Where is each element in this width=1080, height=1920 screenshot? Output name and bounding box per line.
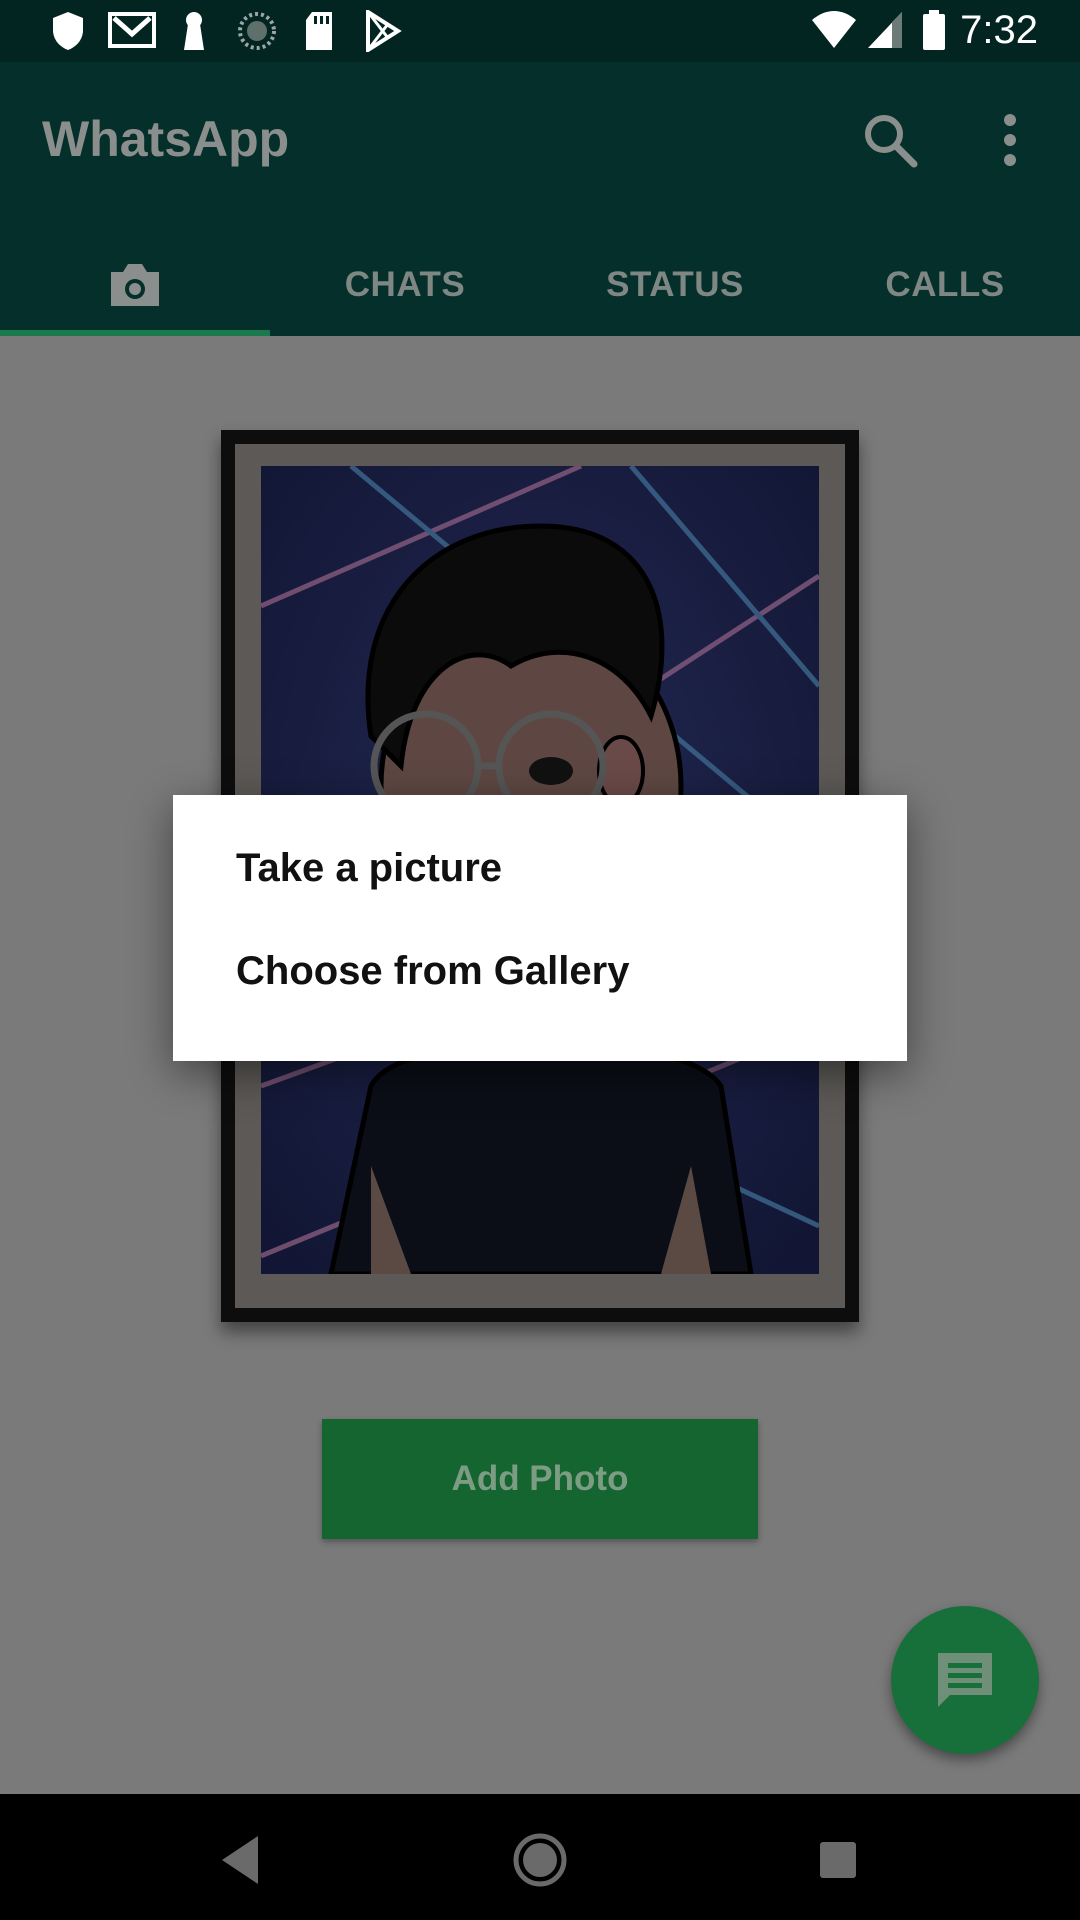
home-icon[interactable] (500, 1820, 580, 1900)
camera-icon (111, 264, 159, 306)
play-store-icon (366, 10, 402, 52)
app-bar: WhatsApp CHATS STATUS CALLS (0, 62, 1080, 336)
tab-camera[interactable] (0, 234, 270, 336)
battery-icon (923, 10, 945, 50)
tab-status[interactable]: STATUS (540, 234, 810, 336)
add-photo-button[interactable]: Add Photo (322, 1419, 758, 1539)
search-icon[interactable] (858, 108, 922, 172)
photo-source-dialog: Take a picture Choose from Gallery (173, 795, 907, 1061)
chat-icon (938, 1653, 992, 1707)
new-chat-fab[interactable] (891, 1606, 1039, 1754)
sync-icon (238, 12, 276, 50)
take-picture-option[interactable]: Take a picture (236, 846, 502, 891)
app-title: WhatsApp (42, 111, 290, 167)
tab-calls[interactable]: CALLS (810, 234, 1080, 336)
choose-from-gallery-option[interactable]: Choose from Gallery (236, 949, 629, 994)
status-time: 7:32 (960, 8, 1038, 52)
tab-bar: CHATS STATUS CALLS (0, 234, 1080, 336)
status-bar: 7:32 (0, 0, 1080, 62)
navigation-bar (0, 1794, 1080, 1920)
more-vert-icon[interactable] (986, 108, 1034, 172)
shield-icon (53, 12, 83, 50)
gmail-icon (108, 12, 156, 48)
sd-card-icon (306, 12, 332, 50)
wifi-icon (812, 11, 856, 48)
recents-icon[interactable] (798, 1820, 878, 1900)
keyhole-icon (184, 12, 204, 50)
back-icon[interactable] (200, 1820, 280, 1900)
cell-signal-icon (868, 12, 902, 48)
tab-chats[interactable]: CHATS (270, 234, 540, 336)
